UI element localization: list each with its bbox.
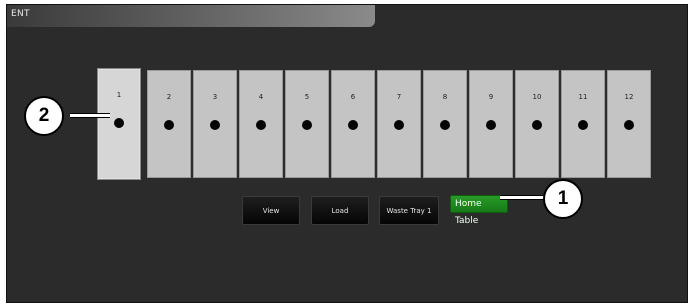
slot-8[interactable]: 8	[423, 70, 467, 178]
slot-2[interactable]: 2	[147, 70, 191, 178]
slot-dot-icon	[532, 120, 542, 130]
slot-9[interactable]: 9	[469, 70, 513, 178]
callout-2-badge: 2	[24, 96, 64, 136]
slot-number: 5	[304, 93, 310, 101]
slot-number: 8	[442, 93, 448, 101]
slot-7[interactable]: 7	[377, 70, 421, 178]
slot-dot-icon	[578, 120, 588, 130]
callout-2-leader	[70, 113, 110, 118]
slot-dot-icon	[624, 120, 634, 130]
slot-rack: 1 2 3 4 5 6 7 8 9 10 11 12	[97, 68, 653, 180]
callout-1-leader	[500, 195, 548, 200]
slot-number: 12	[624, 93, 634, 101]
slot-number: 2	[166, 93, 172, 101]
slot-number: 7	[396, 93, 402, 101]
callout-1-badge: 1	[543, 179, 583, 219]
app-screen: ENT 1 2 3 4 5 6 7 8 9 10 11 12 View Load…	[6, 4, 688, 303]
slot-dot-icon	[486, 120, 496, 130]
slot-12[interactable]: 12	[607, 70, 651, 178]
slot-10[interactable]: 10	[515, 70, 559, 178]
slot-dot-icon	[302, 120, 312, 130]
slot-number: 10	[532, 93, 542, 101]
slot-dot-icon	[440, 120, 450, 130]
slot-1[interactable]: 1	[97, 68, 141, 180]
waste-tray-button[interactable]: Waste Tray 1	[379, 196, 439, 225]
window-title-tab: ENT	[7, 5, 375, 27]
load-button[interactable]: Load	[311, 196, 369, 225]
slot-11[interactable]: 11	[561, 70, 605, 178]
slot-dot-icon	[210, 120, 220, 130]
slot-dot-icon	[164, 120, 174, 130]
slot-dot-icon	[114, 118, 124, 128]
slot-number: 6	[350, 93, 356, 101]
slot-number: 4	[258, 93, 264, 101]
slot-dot-icon	[256, 120, 266, 130]
view-button[interactable]: View	[242, 196, 300, 225]
slot-number: 3	[212, 93, 218, 101]
slot-number: 9	[488, 93, 494, 101]
slot-number: 11	[578, 93, 588, 101]
slot-number: 1	[116, 91, 122, 99]
slot-5[interactable]: 5	[285, 70, 329, 178]
slot-dot-icon	[348, 120, 358, 130]
slot-6[interactable]: 6	[331, 70, 375, 178]
slot-dot-icon	[394, 120, 404, 130]
slot-3[interactable]: 3	[193, 70, 237, 178]
slot-4[interactable]: 4	[239, 70, 283, 178]
